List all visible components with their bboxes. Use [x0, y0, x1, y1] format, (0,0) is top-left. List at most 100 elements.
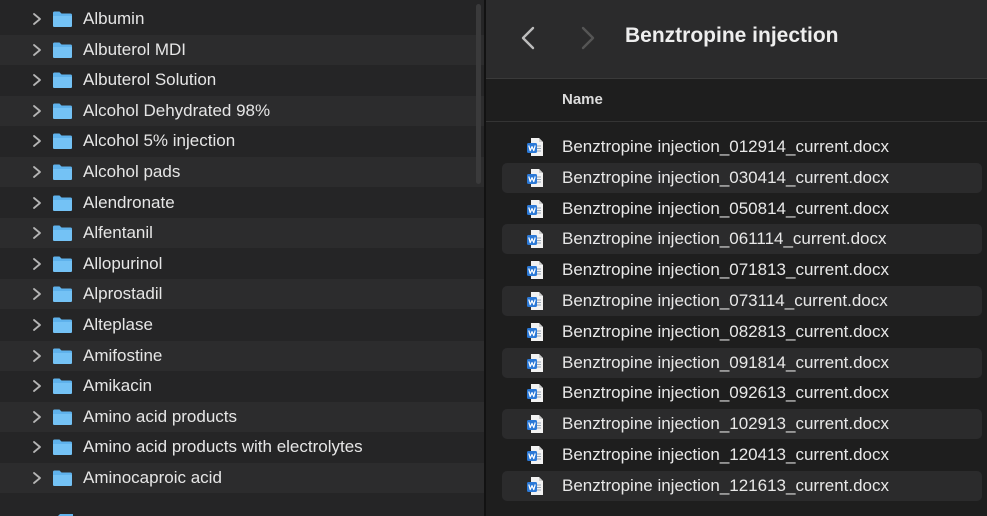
folder-icon: [53, 225, 72, 242]
word-document-icon: [527, 353, 543, 372]
folder-name: Alendronate: [83, 192, 175, 212]
file-row[interactable]: Benztropine injection_030414_current.doc…: [502, 162, 982, 193]
file-row[interactable]: Benztropine injection_012914_current.doc…: [502, 132, 982, 162]
folder-row[interactable]: Alcohol 5% injection: [0, 126, 484, 156]
folder-icon: [53, 11, 72, 27]
finder-window: Albumin Albuterol MDI Albuterol Solution Al…: [0, 0, 987, 516]
folder-row[interactable]: Albuterol MDI: [0, 34, 484, 65]
folder-name: Aminocaproic acid: [83, 468, 222, 487]
chevron-right-icon[interactable]: [32, 165, 42, 179]
chevron-right-icon[interactable]: [32, 349, 42, 363]
folder-icon: [53, 286, 72, 303]
folder-name: Alteplase: [83, 315, 153, 334]
chevron-right-icon[interactable]: [32, 104, 42, 118]
chevron-right-icon[interactable]: [32, 226, 42, 240]
file-name: Benztropine injection_050814_current.doc…: [562, 198, 890, 218]
folder-icon: [53, 133, 72, 150]
back-button[interactable]: [514, 22, 544, 54]
word-document-icon: [527, 322, 543, 341]
folder-name: Albuterol Solution: [83, 70, 217, 90]
folder-name: Albumin: [83, 9, 145, 28]
folder-row[interactable]: Amino acid products with electrolytes: [0, 432, 484, 462]
chevron-right-icon[interactable]: [32, 440, 42, 454]
folder-row[interactable]: Amino acid products: [0, 401, 484, 432]
chevron-right-icon[interactable]: [32, 287, 42, 301]
chevron-right-icon[interactable]: [32, 134, 42, 148]
file-row[interactable]: Benztropine injection_102913_current.doc…: [502, 409, 982, 440]
folder-row[interactable]: Alteplase: [0, 310, 484, 340]
file-name: Benztropine injection_071813_current.doc…: [562, 260, 890, 280]
file-name: Benztropine injection_082813_current.doc…: [562, 321, 890, 341]
folder-icon: [53, 348, 72, 364]
file-name: Benztropine injection_061114_current.doc…: [562, 229, 887, 249]
folder-row[interactable]: Albuterol Solution: [0, 65, 484, 95]
folder-row[interactable]: Alcohol Dehydrated 98%: [0, 95, 484, 126]
chevron-right-icon[interactable]: [32, 43, 42, 57]
chevron-right-icon[interactable]: [32, 471, 42, 485]
file-row[interactable]: Benztropine injection_073114_current.doc…: [502, 286, 982, 316]
chevron-right-icon[interactable]: [32, 318, 42, 332]
scrollbar-thumb[interactable]: [476, 4, 481, 184]
chevron-right-icon[interactable]: [32, 257, 42, 271]
folder-name: Alcohol Dehydrated 98%: [83, 100, 271, 120]
parent-folder-column[interactable]: Albumin Albuterol MDI Albuterol Solution Al…: [0, 0, 484, 516]
word-document-icon: [527, 292, 543, 310]
folder-name: Alcohol pads: [83, 162, 181, 181]
folder-name: Albuterol MDI: [83, 39, 186, 59]
folder-row[interactable]: Amikacin: [0, 371, 484, 401]
folder-icon: [53, 439, 72, 456]
file-name: Benztropine injection_030414_current.doc…: [562, 167, 890, 187]
file-row[interactable]: Benztropine injection_061114_current.doc…: [502, 224, 982, 255]
chevron-right-icon[interactable]: [32, 12, 42, 26]
folder-row[interactable]: Albumin: [0, 4, 484, 34]
file-row[interactable]: Benztropine injection_092613_current.doc…: [502, 378, 982, 408]
current-folder-pane: Benztropine injection Name Benztropine i…: [486, 0, 987, 516]
chevron-right-icon: [581, 26, 595, 50]
folder-name: Allopurinol: [83, 253, 163, 273]
file-row[interactable]: Benztropine injection_120413_current.doc…: [502, 440, 982, 470]
folder-row[interactable]: Allopurinol: [0, 249, 484, 279]
chevron-right-icon[interactable]: [32, 73, 42, 87]
folder-icon: [53, 256, 72, 272]
folder-row[interactable]: Alfentanil: [0, 218, 484, 249]
file-name: Benztropine injection_012914_current.doc…: [562, 137, 890, 156]
folder-name: Amikacin: [83, 376, 152, 396]
folder-icon: [53, 164, 72, 180]
folder-icon: [53, 378, 72, 395]
file-name: Benztropine injection_121613_current.doc…: [562, 475, 890, 495]
folder-row[interactable]: Amifostine: [0, 340, 484, 371]
folder-icon: [53, 470, 72, 486]
folder-name: Amifostine: [83, 345, 163, 365]
folder-name: Alcohol 5% injection: [83, 131, 236, 151]
file-row[interactable]: Benztropine injection_121613_current.doc…: [502, 470, 982, 501]
file-row[interactable]: Benztropine injection_071813_current.doc…: [502, 255, 982, 285]
folder-icon: [53, 409, 72, 425]
file-row[interactable]: Benztropine injection_082813_current.doc…: [502, 317, 982, 347]
folder-name: Amino acid products with electrolytes: [83, 437, 363, 457]
folder-row[interactable]: Aminocaproic acid: [0, 463, 484, 493]
column-header-name[interactable]: Name: [486, 79, 987, 122]
file-row[interactable]: Benztropine injection_050814_current.doc…: [502, 194, 982, 224]
folder-row[interactable]: Alprostadil: [0, 279, 484, 310]
partial-folder-row: [52, 508, 382, 516]
word-document-icon: [527, 261, 543, 280]
folder-icon: [53, 317, 72, 333]
word-document-icon: [527, 138, 543, 156]
folder-name: Alfentanil: [83, 223, 153, 243]
chevron-right-icon[interactable]: [32, 196, 42, 210]
toolbar: Benztropine injection: [486, 0, 987, 79]
chevron-right-icon[interactable]: [32, 379, 42, 393]
file-name: Benztropine injection_092613_current.doc…: [562, 383, 890, 403]
folder-row[interactable]: Alcohol pads: [0, 157, 484, 187]
word-document-icon: [527, 446, 543, 464]
forward-button[interactable]: [572, 22, 602, 54]
word-document-icon: [527, 230, 543, 249]
chevron-right-icon[interactable]: [32, 410, 42, 424]
folder-row[interactable]: Alendronate: [0, 188, 484, 218]
word-document-icon: [527, 476, 543, 495]
word-document-icon: [527, 168, 543, 187]
name-column-label: Name: [562, 91, 603, 108]
file-row[interactable]: Benztropine injection_091814_current.doc…: [502, 347, 982, 378]
word-document-icon: [527, 384, 543, 403]
folder-name: Amino acid products: [83, 406, 238, 426]
